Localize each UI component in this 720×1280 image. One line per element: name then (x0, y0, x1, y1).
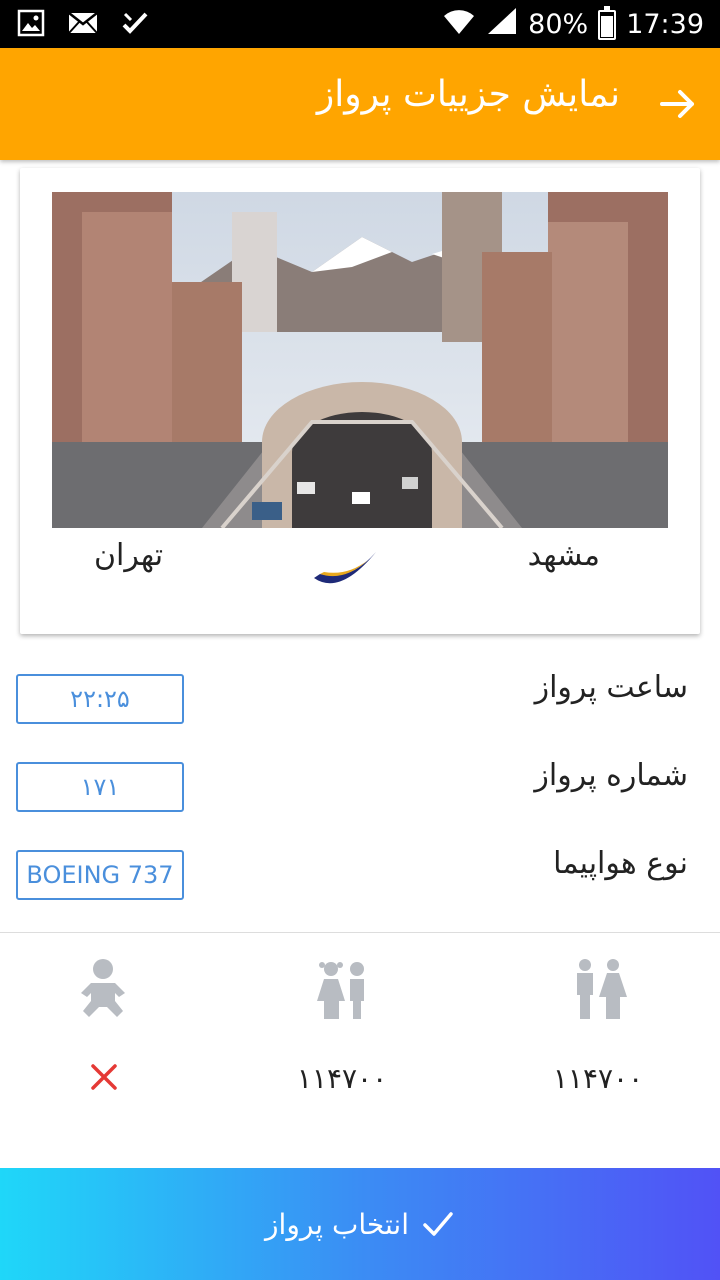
aircraft-type-value: BOEING 737 (16, 850, 184, 900)
child-price: ۱۱۴۷۰۰ (296, 1062, 388, 1095)
flight-time-value: ۲۲:۲۵ (16, 674, 184, 724)
clock: 17:39 (626, 9, 704, 40)
destination-city: تهران (94, 538, 164, 573)
infant-icon (68, 954, 138, 1024)
battery-percent: 80% (528, 9, 589, 40)
select-flight-label: انتخاب پرواز (265, 1207, 409, 1241)
origin-city: مشهد (527, 538, 600, 573)
adult-icon (564, 954, 634, 1024)
select-flight-button[interactable]: انتخاب پرواز (0, 1168, 720, 1280)
battery-icon (598, 5, 617, 40)
flight-number-label: شماره پرواز (534, 758, 688, 793)
flight-time-label: ساعت پرواز (534, 670, 688, 705)
flight-time-row: ساعت پرواز ۲۲:۲۵ (0, 670, 720, 726)
system-indicators: 80% 17:39 (442, 5, 704, 43)
flight-number-value: ۱۷۱ (16, 762, 184, 812)
route-card: مشهد تهران (20, 168, 700, 634)
mail-icon (68, 8, 98, 38)
child-icon (308, 954, 378, 1024)
notification-icons (16, 8, 150, 38)
wifi-icon (442, 6, 476, 43)
back-arrow-icon (660, 90, 694, 118)
close-icon (84, 1062, 124, 1102)
flight-number-row: شماره پرواز ۱۷۱ (0, 758, 720, 814)
back-button[interactable] (656, 82, 700, 126)
aircraft-type-row: نوع هواپیما BOEING 737 (0, 846, 720, 902)
destination-photo (52, 192, 668, 528)
airline-logo (310, 548, 380, 594)
app-bar: نمایش جزییات پرواز (0, 48, 720, 160)
status-bar: 80% 17:39 (0, 0, 720, 48)
check-notification-icon (120, 8, 150, 38)
divider (0, 932, 720, 933)
signal-icon (486, 6, 518, 43)
check-icon (421, 1207, 455, 1241)
page-title: نمایش جزییات پرواز (316, 74, 620, 115)
adult-price: ۱۱۴۷۰۰ (552, 1062, 644, 1095)
image-icon (16, 8, 46, 38)
aircraft-type-label: نوع هواپیما (553, 846, 688, 881)
